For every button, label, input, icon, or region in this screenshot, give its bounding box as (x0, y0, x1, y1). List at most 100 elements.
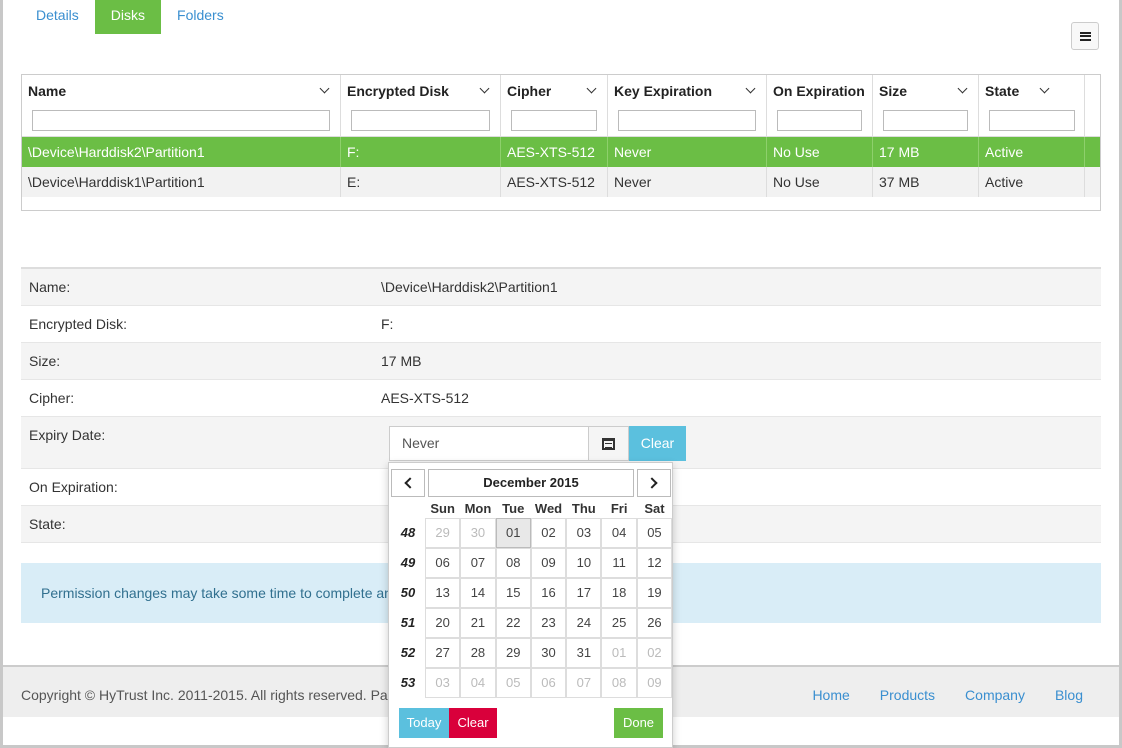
calendar-day[interactable]: 19 (636, 578, 673, 608)
calendar-day[interactable]: 04 (601, 518, 637, 548)
calendar-week-row: 51 20 21 22 23 24 25 26 (391, 608, 673, 638)
table-row[interactable]: \Device\Harddisk2\Partition1 F: AES-XTS-… (22, 137, 1100, 167)
filter-size-input[interactable] (883, 110, 968, 131)
cell-cipher: AES-XTS-512 (501, 167, 608, 197)
calendar-day[interactable]: 20 (425, 608, 461, 638)
calendar-day[interactable]: 28 (460, 638, 496, 668)
calendar-day[interactable]: 06 (425, 548, 461, 578)
prev-month-button[interactable] (391, 469, 425, 497)
calendar-day[interactable]: 03 (566, 518, 602, 548)
chevron-down-icon[interactable] (586, 83, 597, 94)
calendar-day[interactable]: 30 (530, 638, 567, 668)
clear-date-button[interactable]: Clear (449, 708, 497, 738)
footer-link-company[interactable]: Company (965, 667, 1025, 723)
filter-state-input[interactable] (989, 110, 1075, 131)
month-title[interactable]: December 2015 (428, 469, 634, 497)
chevron-down-icon[interactable] (319, 83, 330, 94)
calendar-day[interactable]: 16 (530, 578, 567, 608)
done-button[interactable]: Done (614, 708, 663, 738)
next-month-button[interactable] (637, 469, 671, 497)
calendar-day[interactable]: 03 (425, 668, 461, 698)
column-cipher[interactable]: Cipher (501, 75, 608, 137)
calendar-day[interactable]: 05 (636, 518, 673, 548)
calendar-day[interactable]: 04 (460, 668, 496, 698)
calendar-day[interactable]: 14 (460, 578, 496, 608)
detail-value: AES-XTS-512 (381, 390, 469, 406)
table-row[interactable]: \Device\Harddisk1\Partition1 E: AES-XTS-… (22, 167, 1100, 197)
chevron-down-icon[interactable] (745, 83, 756, 94)
chevron-down-icon[interactable] (1039, 83, 1050, 94)
footer-link-products[interactable]: Products (880, 667, 935, 723)
calendar-day[interactable]: 27 (425, 638, 461, 668)
cell-state: Active (979, 137, 1085, 167)
column-size[interactable]: Size (873, 75, 979, 137)
calendar-button[interactable] (589, 426, 629, 461)
calendar-day[interactable]: 09 (530, 548, 567, 578)
column-label: State (985, 83, 1020, 99)
calendar-day[interactable]: 10 (566, 548, 602, 578)
calendar-day[interactable]: 13 (425, 578, 461, 608)
calendar-day[interactable]: 09 (636, 668, 673, 698)
tab-disks[interactable]: Disks (94, 0, 162, 34)
column-key-expiration[interactable]: Key Expiration (608, 75, 767, 137)
expiry-date-input[interactable]: Never (389, 426, 589, 461)
today-button[interactable]: Today (399, 708, 449, 738)
calendar-day[interactable]: 17 (566, 578, 602, 608)
tab-details[interactable]: Details (20, 0, 95, 34)
calendar-day[interactable]: 29 (425, 518, 461, 548)
calendar-day[interactable]: 07 (566, 668, 602, 698)
menu-button[interactable] (1071, 22, 1099, 50)
footer-links: Home Products Company Blog (812, 667, 1083, 723)
datepicker-popup: December 2015 Sun Mon Tue Wed Thu Fri Sa… (388, 462, 673, 748)
calendar-day[interactable]: 08 (601, 668, 637, 698)
column-on-expiration[interactable]: On Expiration (767, 75, 873, 137)
filter-key-expiration-input[interactable] (618, 110, 756, 131)
calendar-day[interactable]: 15 (495, 578, 531, 608)
detail-label: On Expiration: (29, 479, 118, 495)
calendar-day[interactable]: 11 (601, 548, 637, 578)
column-label: Size (879, 83, 908, 99)
week-number: 50 (400, 585, 416, 600)
calendar-day[interactable]: 01 (495, 518, 531, 548)
chevron-down-icon[interactable] (957, 83, 968, 94)
calendar-day[interactable]: 25 (601, 608, 637, 638)
cell-on-expiration: No Use (767, 137, 873, 167)
calendar-day[interactable]: 08 (495, 548, 531, 578)
disks-grid: Name Encrypted Disk Cipher Key Expiratio… (21, 74, 1101, 211)
calendar-day[interactable]: 07 (460, 548, 496, 578)
footer-link-home[interactable]: Home (812, 667, 849, 723)
detail-label: Expiry Date: (29, 427, 106, 443)
expiry-clear-button[interactable]: Clear (629, 426, 686, 461)
tab-bar: Details Disks Folders (20, 0, 240, 34)
detail-label: Encrypted Disk: (29, 316, 128, 332)
calendar-day[interactable]: 31 (566, 638, 602, 668)
calendar-day[interactable]: 02 (636, 638, 673, 668)
calendar-day[interactable]: 24 (566, 608, 602, 638)
column-name[interactable]: Name (22, 75, 341, 137)
calendar-day[interactable]: 02 (530, 518, 567, 548)
calendar-day[interactable]: 12 (636, 548, 673, 578)
filter-name-input[interactable] (32, 110, 330, 131)
column-label: Name (28, 83, 67, 99)
tab-folders[interactable]: Folders (161, 0, 240, 34)
calendar-day[interactable]: 23 (530, 608, 567, 638)
column-encrypted-disk[interactable]: Encrypted Disk (341, 75, 501, 137)
calendar-day[interactable]: 30 (460, 518, 496, 548)
calendar-day[interactable]: 05 (495, 668, 531, 698)
column-state[interactable]: State (979, 75, 1085, 137)
weekday-label: Fri (610, 501, 628, 516)
filter-cipher-input[interactable] (511, 110, 597, 131)
calendar-day[interactable]: 21 (460, 608, 496, 638)
detail-row-encrypted-disk: Encrypted Disk: F: (21, 306, 1101, 343)
calendar-day[interactable]: 29 (495, 638, 531, 668)
calendar-day[interactable]: 22 (495, 608, 531, 638)
calendar-day[interactable]: 06 (530, 668, 567, 698)
footer-link-blog[interactable]: Blog (1055, 667, 1083, 723)
calendar-day[interactable]: 18 (601, 578, 637, 608)
calendar-day[interactable]: 01 (601, 638, 637, 668)
chevron-down-icon[interactable] (479, 83, 490, 94)
column-label: Key Expiration (614, 83, 713, 99)
calendar-day[interactable]: 26 (636, 608, 673, 638)
filter-encrypted-disk-input[interactable] (351, 110, 490, 131)
filter-on-expiration-input[interactable] (777, 110, 862, 131)
